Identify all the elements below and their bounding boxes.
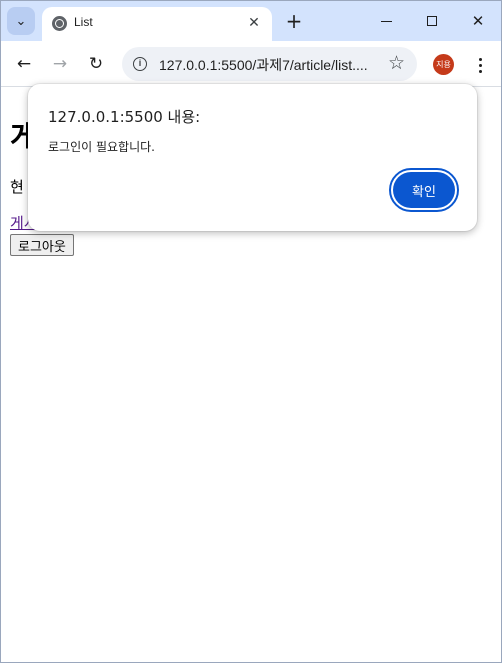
ok-button[interactable]: 확인 xyxy=(389,168,459,212)
new-tab-plus-icon[interactable]: + xyxy=(283,9,305,33)
globe-icon xyxy=(52,16,67,31)
address-bar-url[interactable]: 127.0.0.1:5500/과제7/article/list.... xyxy=(159,55,368,75)
tab-title: List xyxy=(74,15,93,29)
tab-list[interactable]: List ✕ xyxy=(42,7,272,41)
browser-toolbar: ← → ↻ i 127.0.0.1:5500/과제7/article/list.… xyxy=(1,41,501,87)
page-text: 현 xyxy=(10,178,24,196)
profile-avatar[interactable]: 지용 xyxy=(433,54,454,75)
dialog-title: 127.0.0.1:5500 내용: xyxy=(48,108,201,126)
tab-search-chevron-down-icon[interactable]: ⌄ xyxy=(7,7,35,35)
dialog-message: 로그인이 필요합니다. xyxy=(48,140,155,154)
minimize-icon[interactable] xyxy=(363,7,409,35)
tab-close-icon[interactable]: ✕ xyxy=(244,13,264,33)
bookmark-star-icon[interactable]: ☆ xyxy=(388,52,405,74)
close-window-icon[interactable]: ✕ xyxy=(455,7,501,35)
more-vert-icon[interactable] xyxy=(471,53,489,77)
site-info-icon[interactable]: i xyxy=(130,54,150,74)
forward-arrow-right-icon[interactable]: → xyxy=(46,50,74,78)
back-arrow-left-icon[interactable]: ← xyxy=(10,50,38,78)
logout-button[interactable]: 로그아웃 xyxy=(10,234,74,256)
tab-strip: ⌄ List ✕ + ✕ xyxy=(1,1,501,41)
maximize-icon[interactable] xyxy=(409,7,455,35)
ok-button-label: 확인 xyxy=(393,172,455,208)
address-bar[interactable]: i 127.0.0.1:5500/과제7/article/list.... ☆ xyxy=(122,47,417,81)
reload-icon[interactable]: ↻ xyxy=(82,50,110,78)
browser-window: ⌄ List ✕ + ✕ ← → ↻ i 127.0.0.1:5500/과제7/… xyxy=(0,0,502,663)
alert-dialog: 127.0.0.1:5500 내용: 로그인이 필요합니다. 확인 xyxy=(28,84,477,231)
